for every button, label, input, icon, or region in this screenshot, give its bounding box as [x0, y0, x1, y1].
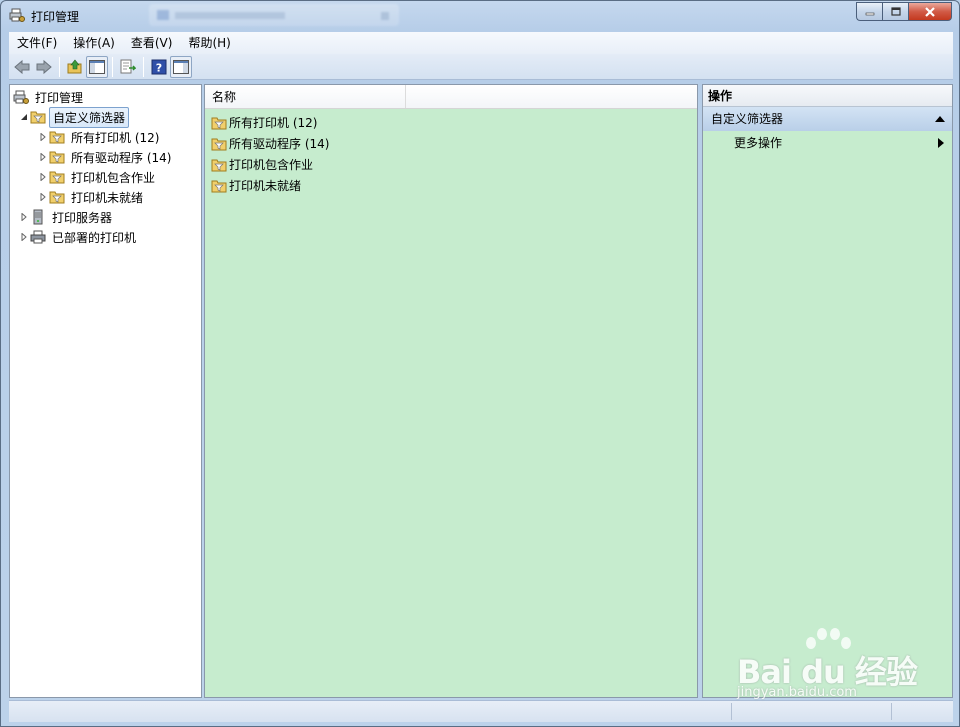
- export-list-icon: [120, 59, 136, 73]
- show-hide-tree-button[interactable]: [86, 55, 108, 78]
- tree-item-custom-filters[interactable]: 自定义筛选器: [10, 106, 201, 128]
- server-icon: [33, 209, 43, 225]
- tree-item-root[interactable]: 打印管理: [10, 87, 201, 107]
- show-hide-action-pane-button[interactable]: [170, 55, 192, 78]
- show-hide-action-pane-icon: [173, 59, 189, 74]
- show-hide-tree-icon: [89, 59, 105, 74]
- tree-item-label: 打印服务器: [52, 210, 113, 225]
- tree-item-label: 打印机未就绪: [71, 190, 144, 205]
- menu-bar: 文件(F) 操作(A) 查看(V) 帮助(H): [9, 32, 953, 54]
- list-item[interactable]: 所有驱动程序 (14): [205, 133, 697, 154]
- tree-item-deployed-printers[interactable]: 已部署的打印机: [10, 227, 201, 247]
- menu-file[interactable]: 文件(F): [9, 33, 65, 53]
- menu-help[interactable]: 帮助(H): [180, 33, 238, 53]
- filter-folder-icon: [49, 131, 65, 144]
- list-item-label: 所有打印机 (12): [229, 116, 318, 130]
- more-actions-label: 更多操作: [734, 136, 783, 150]
- filter-folder-icon: [211, 180, 227, 192]
- filter-list: 所有打印机 (12) 所有驱动程序 (14) 打印机包含作业 打印机未就绪: [205, 109, 697, 196]
- collapse-up-icon[interactable]: [935, 116, 945, 122]
- print-management-icon: [13, 90, 29, 104]
- blurred-taskbar-tab: [149, 4, 399, 26]
- actions-section-label: 自定义筛选器: [711, 112, 784, 126]
- window-title: 打印管理: [31, 10, 80, 24]
- list-item-label: 打印机包含作业: [229, 158, 314, 172]
- help-button[interactable]: ?: [148, 56, 170, 78]
- back-button[interactable]: [11, 56, 33, 78]
- collapsed-arrow-icon[interactable]: [37, 191, 49, 203]
- navigation-tree-pane: 打印管理 自定义筛选器 所有打印机 (12) 所有驱动程序 (14) 打印机包含: [9, 84, 202, 698]
- printer-icon: [30, 230, 46, 244]
- filter-folder-icon: [30, 111, 46, 124]
- main-window: 打印管理 文件(F) 操作(A) 查看(V) 帮助(H) ? 打印管理 自定义筛…: [0, 0, 960, 727]
- actions-pane: 操作 自定义筛选器 更多操作: [702, 84, 953, 698]
- tree-item-all-drivers[interactable]: 所有驱动程序 (14): [10, 147, 201, 167]
- title-bar[interactable]: 打印管理: [1, 1, 959, 31]
- export-list-button[interactable]: [117, 56, 139, 78]
- window-controls: [856, 2, 952, 21]
- baidu-watermark: Bai du 经验 jingyan.baidu.com: [737, 627, 918, 707]
- expanded-arrow-icon[interactable]: [18, 111, 30, 123]
- filter-folder-icon: [49, 151, 65, 164]
- help-icon: ?: [151, 59, 167, 74]
- toolbar: ?: [9, 54, 953, 80]
- tree-item-printers-not-ready[interactable]: 打印机未就绪: [10, 187, 201, 207]
- collapsed-arrow-icon[interactable]: [37, 131, 49, 143]
- tree-item-label: 打印机包含作业: [71, 170, 156, 185]
- filter-folder-icon: [211, 117, 227, 129]
- watermark-url: jingyan.baidu.com: [737, 685, 857, 700]
- list-item[interactable]: 所有打印机 (12): [205, 112, 697, 133]
- content-list-pane: 名称 所有打印机 (12) 所有驱动程序 (14) 打印机包含作业 打印机未就绪: [204, 84, 698, 698]
- tree-item-label: 已部署的打印机: [52, 230, 137, 245]
- actions-header: 操作: [703, 85, 952, 107]
- maximize-button[interactable]: [882, 2, 908, 21]
- print-management-icon: [9, 8, 25, 22]
- toolbar-separator: [112, 56, 113, 77]
- minimize-button[interactable]: [856, 2, 882, 21]
- up-button[interactable]: [64, 56, 86, 78]
- filter-folder-icon: [211, 159, 227, 171]
- minimize-icon: [865, 12, 874, 15]
- column-header-name[interactable]: 名称: [205, 85, 406, 108]
- tree-item-label: 打印管理: [35, 90, 84, 105]
- actions-section-custom-filters[interactable]: 自定义筛选器: [703, 107, 952, 131]
- list-column-header: 名称: [205, 85, 697, 109]
- status-divider: [731, 703, 732, 720]
- toolbar-separator: [59, 56, 60, 77]
- navigation-tree: 打印管理 自定义筛选器 所有打印机 (12) 所有驱动程序 (14) 打印机包含: [10, 85, 201, 247]
- collapsed-arrow-icon[interactable]: [37, 171, 49, 183]
- svg-text:?: ?: [156, 61, 162, 74]
- list-item[interactable]: 打印机未就绪: [205, 175, 697, 196]
- list-item-label: 打印机未就绪: [229, 179, 302, 193]
- filter-folder-icon: [211, 138, 227, 150]
- maximize-icon: [890, 6, 901, 16]
- tree-item-print-servers[interactable]: 打印服务器: [10, 207, 201, 227]
- close-icon: [925, 6, 935, 17]
- toolbar-separator: [143, 56, 144, 77]
- tree-item-all-printers[interactable]: 所有打印机 (12): [10, 127, 201, 147]
- tree-item-label: 所有驱动程序 (14): [71, 150, 172, 165]
- tree-item-label: 自定义筛选器: [49, 106, 130, 128]
- submenu-arrow-icon: [938, 138, 944, 148]
- list-item[interactable]: 打印机包含作业: [205, 154, 697, 175]
- filter-folder-icon: [49, 171, 65, 184]
- more-actions-item[interactable]: 更多操作: [703, 131, 952, 155]
- forward-icon: [36, 59, 52, 74]
- list-item-label: 所有驱动程序 (14): [229, 137, 330, 151]
- back-icon: [14, 59, 30, 74]
- filter-folder-icon: [49, 191, 65, 204]
- menu-action[interactable]: 操作(A): [65, 33, 123, 53]
- up-folder-icon: [67, 59, 82, 73]
- collapsed-arrow-icon[interactable]: [18, 231, 30, 243]
- tree-item-label: 所有打印机 (12): [71, 130, 160, 145]
- collapsed-arrow-icon[interactable]: [18, 211, 30, 223]
- forward-button[interactable]: [33, 56, 55, 78]
- collapsed-arrow-icon[interactable]: [37, 151, 49, 163]
- close-button[interactable]: [908, 2, 952, 21]
- tree-item-printers-with-jobs[interactable]: 打印机包含作业: [10, 167, 201, 187]
- menu-view[interactable]: 查看(V): [123, 33, 181, 53]
